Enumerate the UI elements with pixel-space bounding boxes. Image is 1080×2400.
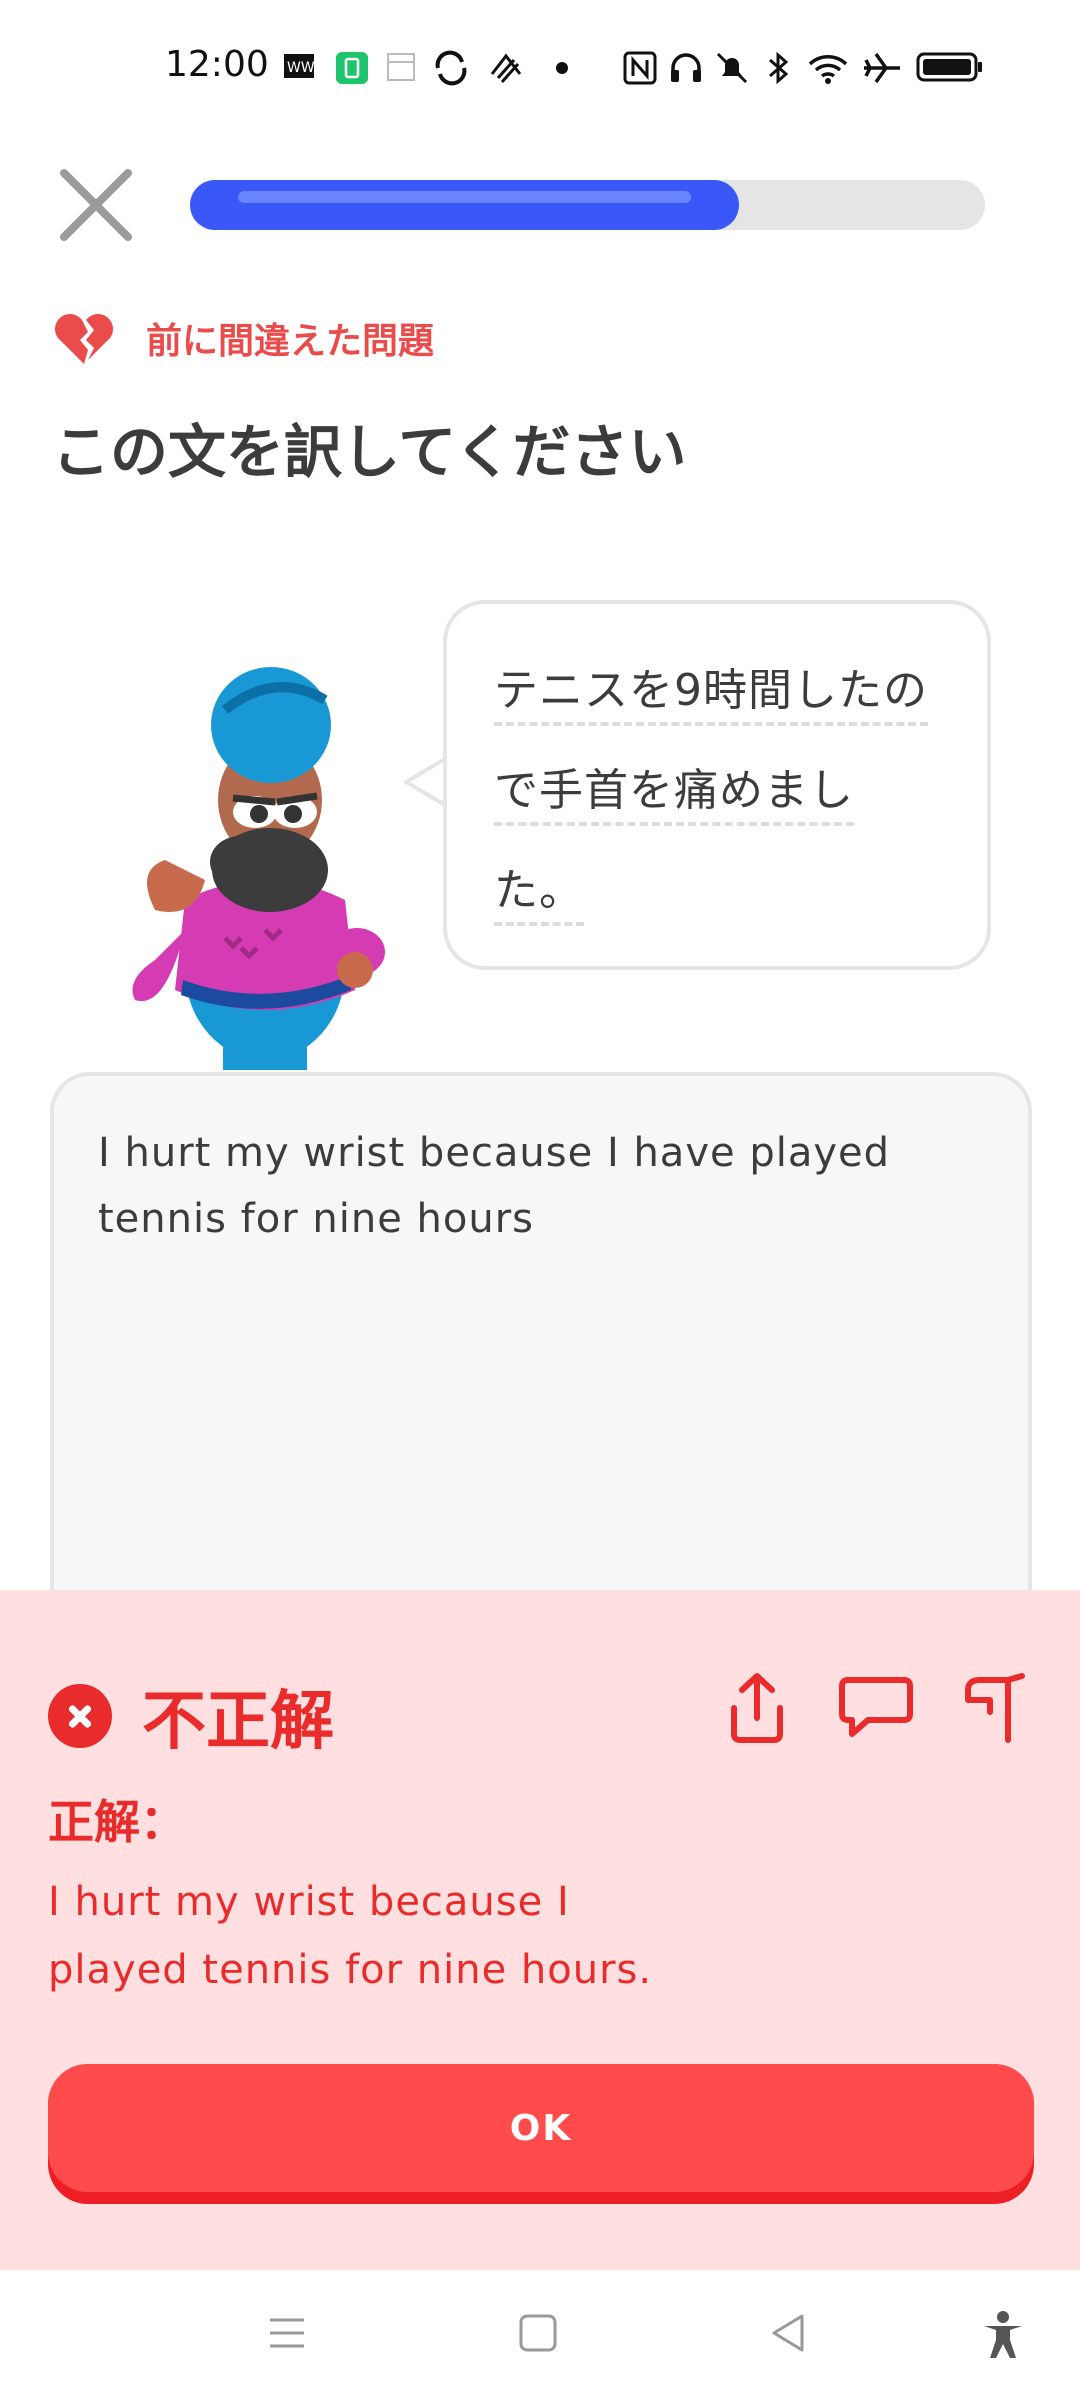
- incorrect-icon: [48, 1684, 112, 1748]
- speech-bubble: テニスを9時間したの で手首を痛めまし た。: [443, 600, 991, 970]
- system-nav-bar: [0, 2270, 1080, 2400]
- close-button[interactable]: [56, 165, 136, 245]
- character-illustration: [132, 667, 385, 1070]
- exercise-prompt: この文を訳してください: [52, 418, 687, 486]
- correct-answer-label: 正解：: [48, 1795, 186, 1849]
- svg-text:WW: WW: [287, 60, 315, 76]
- accessibility-icon[interactable]: [980, 2310, 1026, 2360]
- bubble-line-2[interactable]: で手首を痛めまし: [494, 754, 854, 826]
- battery-icon: [916, 52, 982, 82]
- mistake-label: 前に間違えた問題: [146, 321, 435, 362]
- close-icon: [60, 169, 132, 241]
- answer-text: I hurt my wrist because I have played te…: [98, 1130, 890, 1242]
- sync-icon: [435, 50, 467, 86]
- nfc-icon: [623, 51, 657, 85]
- report-flag-icon[interactable]: [960, 1668, 1030, 1748]
- home-icon[interactable]: [515, 2310, 561, 2356]
- broken-heart-icon: [55, 314, 113, 364]
- back-icon[interactable]: [766, 2310, 812, 2356]
- wifi-icon: [808, 55, 848, 84]
- answer-input-box[interactable]: I hurt my wrist because I have played te…: [50, 1072, 1032, 1632]
- ok-button-label: OK: [509, 2107, 573, 2149]
- airplane-icon: [864, 52, 900, 84]
- previous-mistake-tag: 前に間違えた問題: [52, 308, 434, 368]
- bluetooth-icon: [769, 51, 789, 85]
- recent-apps-icon[interactable]: [264, 2310, 310, 2356]
- progress-fill: [190, 180, 739, 230]
- bubble-line-3[interactable]: た。: [494, 854, 584, 926]
- feedback-header: 不正解: [48, 1670, 334, 1762]
- mute-icon: [716, 52, 748, 84]
- status-time: 12:00: [165, 44, 269, 85]
- comment-icon[interactable]: [838, 1668, 914, 1748]
- ww-icon: WW: [284, 54, 315, 78]
- ok-button[interactable]: OK: [48, 2064, 1034, 2204]
- feedback-title: 不正解: [142, 1685, 334, 1759]
- notification-dot-icon: [556, 62, 568, 74]
- app-icon: [490, 53, 522, 83]
- headphones-icon: [671, 53, 701, 82]
- correct-answer-text: I hurt my wrist because I played tennis …: [48, 1879, 653, 1993]
- calendar-icon: [387, 53, 415, 81]
- lesson-progress-bar: [190, 180, 985, 230]
- share-icon[interactable]: [722, 1668, 792, 1748]
- bubble-line-1[interactable]: テニスを9時間したの: [494, 654, 928, 726]
- battery-saver-icon: [336, 52, 368, 84]
- feedback-panel: 不正解 正解： I hurt my wrist because I played…: [0, 1590, 1080, 2270]
- status-bar: 12:00 WW: [0, 0, 1080, 140]
- progress-shine: [238, 191, 691, 203]
